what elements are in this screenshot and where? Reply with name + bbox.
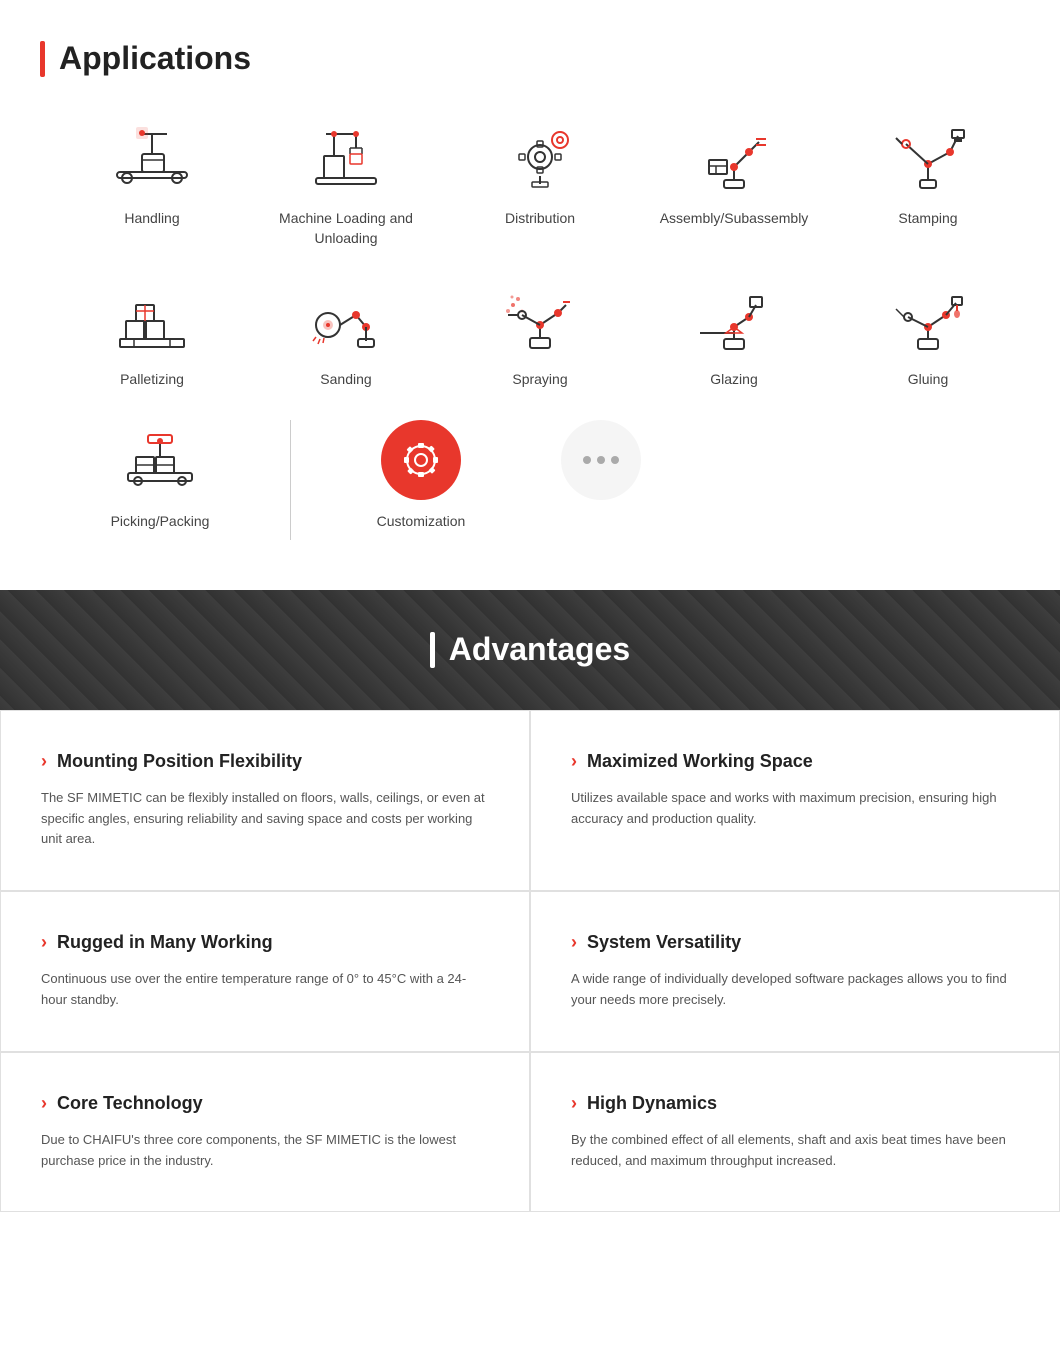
apps-row-2: Palletizing <box>40 278 1040 390</box>
app-distribution[interactable]: Distribution <box>448 117 632 248</box>
advantage-5-title-row: › High Dynamics <box>571 1093 1019 1114</box>
app-handling[interactable]: Handling <box>60 117 244 248</box>
app-stamping[interactable]: Stamping <box>836 117 1020 248</box>
app-gluing[interactable]: Gluing <box>836 278 1020 390</box>
advantages-title-bar <box>430 632 435 668</box>
app-sanding[interactable]: Sanding <box>254 278 438 390</box>
apps-row-1: Handling <box>40 117 1040 248</box>
app-machine-loading[interactable]: Machine Loading and Unloading <box>254 117 438 248</box>
advantages-heading: Advantages <box>449 631 630 668</box>
apps-row-3: Picking/Packing <box>40 420 1040 540</box>
handling-label: Handling <box>124 209 179 229</box>
picking-packing-label: Picking/Packing <box>111 512 210 532</box>
advantage-card-2: › Rugged in Many Working Continuous use … <box>0 891 530 1052</box>
customization-label: Customization <box>377 512 466 532</box>
advantage-2-title-row: › Rugged in Many Working <box>41 932 489 953</box>
chevron-icon-2: › <box>41 932 47 953</box>
assembly-icon <box>689 117 779 197</box>
glazing-label: Glazing <box>710 370 757 390</box>
dot-1 <box>583 456 591 464</box>
advantage-card-3: › System Versatility A wide range of ind… <box>530 891 1060 1052</box>
customization-icon <box>381 420 461 500</box>
advantage-3-title: System Versatility <box>587 932 741 953</box>
dots-icon <box>561 420 641 500</box>
advantage-0-title-row: › Mounting Position Flexibility <box>41 751 489 772</box>
palletizing-icon <box>107 278 197 358</box>
advantages-section-header: Advantages <box>0 590 1060 710</box>
app-picking-packing[interactable]: Picking/Packing <box>60 420 260 532</box>
chevron-icon-1: › <box>571 751 577 772</box>
distribution-label: Distribution <box>505 209 575 229</box>
dot-3 <box>611 456 619 464</box>
advantage-5-title: High Dynamics <box>587 1093 717 1114</box>
spraying-icon <box>495 278 585 358</box>
spraying-label: Spraying <box>512 370 567 390</box>
stamping-icon <box>883 117 973 197</box>
advantage-card-0: › Mounting Position Flexibility The SF M… <box>0 710 530 891</box>
picking-packing-icon <box>115 420 205 500</box>
app-palletizing[interactable]: Palletizing <box>60 278 244 390</box>
applications-section: Applications <box>0 0 1060 590</box>
advantage-card-1: › Maximized Working Space Utilizes avail… <box>530 710 1060 891</box>
chevron-icon-5: › <box>571 1093 577 1114</box>
advantage-2-title: Rugged in Many Working <box>57 932 273 953</box>
title-bar-accent <box>40 41 45 77</box>
distribution-icon <box>495 117 585 197</box>
advantage-1-title-row: › Maximized Working Space <box>571 751 1019 772</box>
row3-divider <box>290 420 291 540</box>
app-assembly[interactable]: Assembly/Subassembly <box>642 117 826 248</box>
advantage-1-title: Maximized Working Space <box>587 751 813 772</box>
glazing-icon <box>689 278 779 358</box>
advantage-2-body: Continuous use over the entire temperatu… <box>41 969 489 1011</box>
gluing-label: Gluing <box>908 370 948 390</box>
sanding-icon <box>301 278 391 358</box>
dot-2 <box>597 456 605 464</box>
assembly-label: Assembly/Subassembly <box>660 209 809 229</box>
advantage-0-body: The SF MIMETIC can be flexibly installed… <box>41 788 489 850</box>
advantage-4-body: Due to CHAIFU's three core components, t… <box>41 1130 489 1172</box>
advantage-4-title: Core Technology <box>57 1093 203 1114</box>
chevron-icon-0: › <box>41 751 47 772</box>
chevron-icon-3: › <box>571 932 577 953</box>
advantages-grid: › Mounting Position Flexibility The SF M… <box>0 710 1060 1213</box>
app-glazing[interactable]: Glazing <box>642 278 826 390</box>
advantage-3-title-row: › System Versatility <box>571 932 1019 953</box>
app-customization[interactable]: Customization <box>321 420 521 532</box>
advantage-card-4: › Core Technology Due to CHAIFU's three … <box>0 1052 530 1213</box>
gluing-icon <box>883 278 973 358</box>
stamping-label: Stamping <box>898 209 957 229</box>
dots-area <box>541 420 641 500</box>
chevron-icon-4: › <box>41 1093 47 1114</box>
sanding-label: Sanding <box>320 370 371 390</box>
machine-loading-icon <box>301 117 391 197</box>
section-title-area: Applications <box>40 40 1040 77</box>
advantage-0-title: Mounting Position Flexibility <box>57 751 302 772</box>
machine-loading-label: Machine Loading and Unloading <box>254 209 438 248</box>
advantage-4-title-row: › Core Technology <box>41 1093 489 1114</box>
advantage-5-body: By the combined effect of all elements, … <box>571 1130 1019 1172</box>
applications-heading: Applications <box>59 40 251 77</box>
advantages-title-area: Advantages <box>430 631 630 668</box>
advantage-card-5: › High Dynamics By the combined effect o… <box>530 1052 1060 1213</box>
advantage-3-body: A wide range of individually developed s… <box>571 969 1019 1011</box>
handling-icon <box>107 117 197 197</box>
app-spraying[interactable]: Spraying <box>448 278 632 390</box>
palletizing-label: Palletizing <box>120 370 184 390</box>
advantage-1-body: Utilizes available space and works with … <box>571 788 1019 830</box>
